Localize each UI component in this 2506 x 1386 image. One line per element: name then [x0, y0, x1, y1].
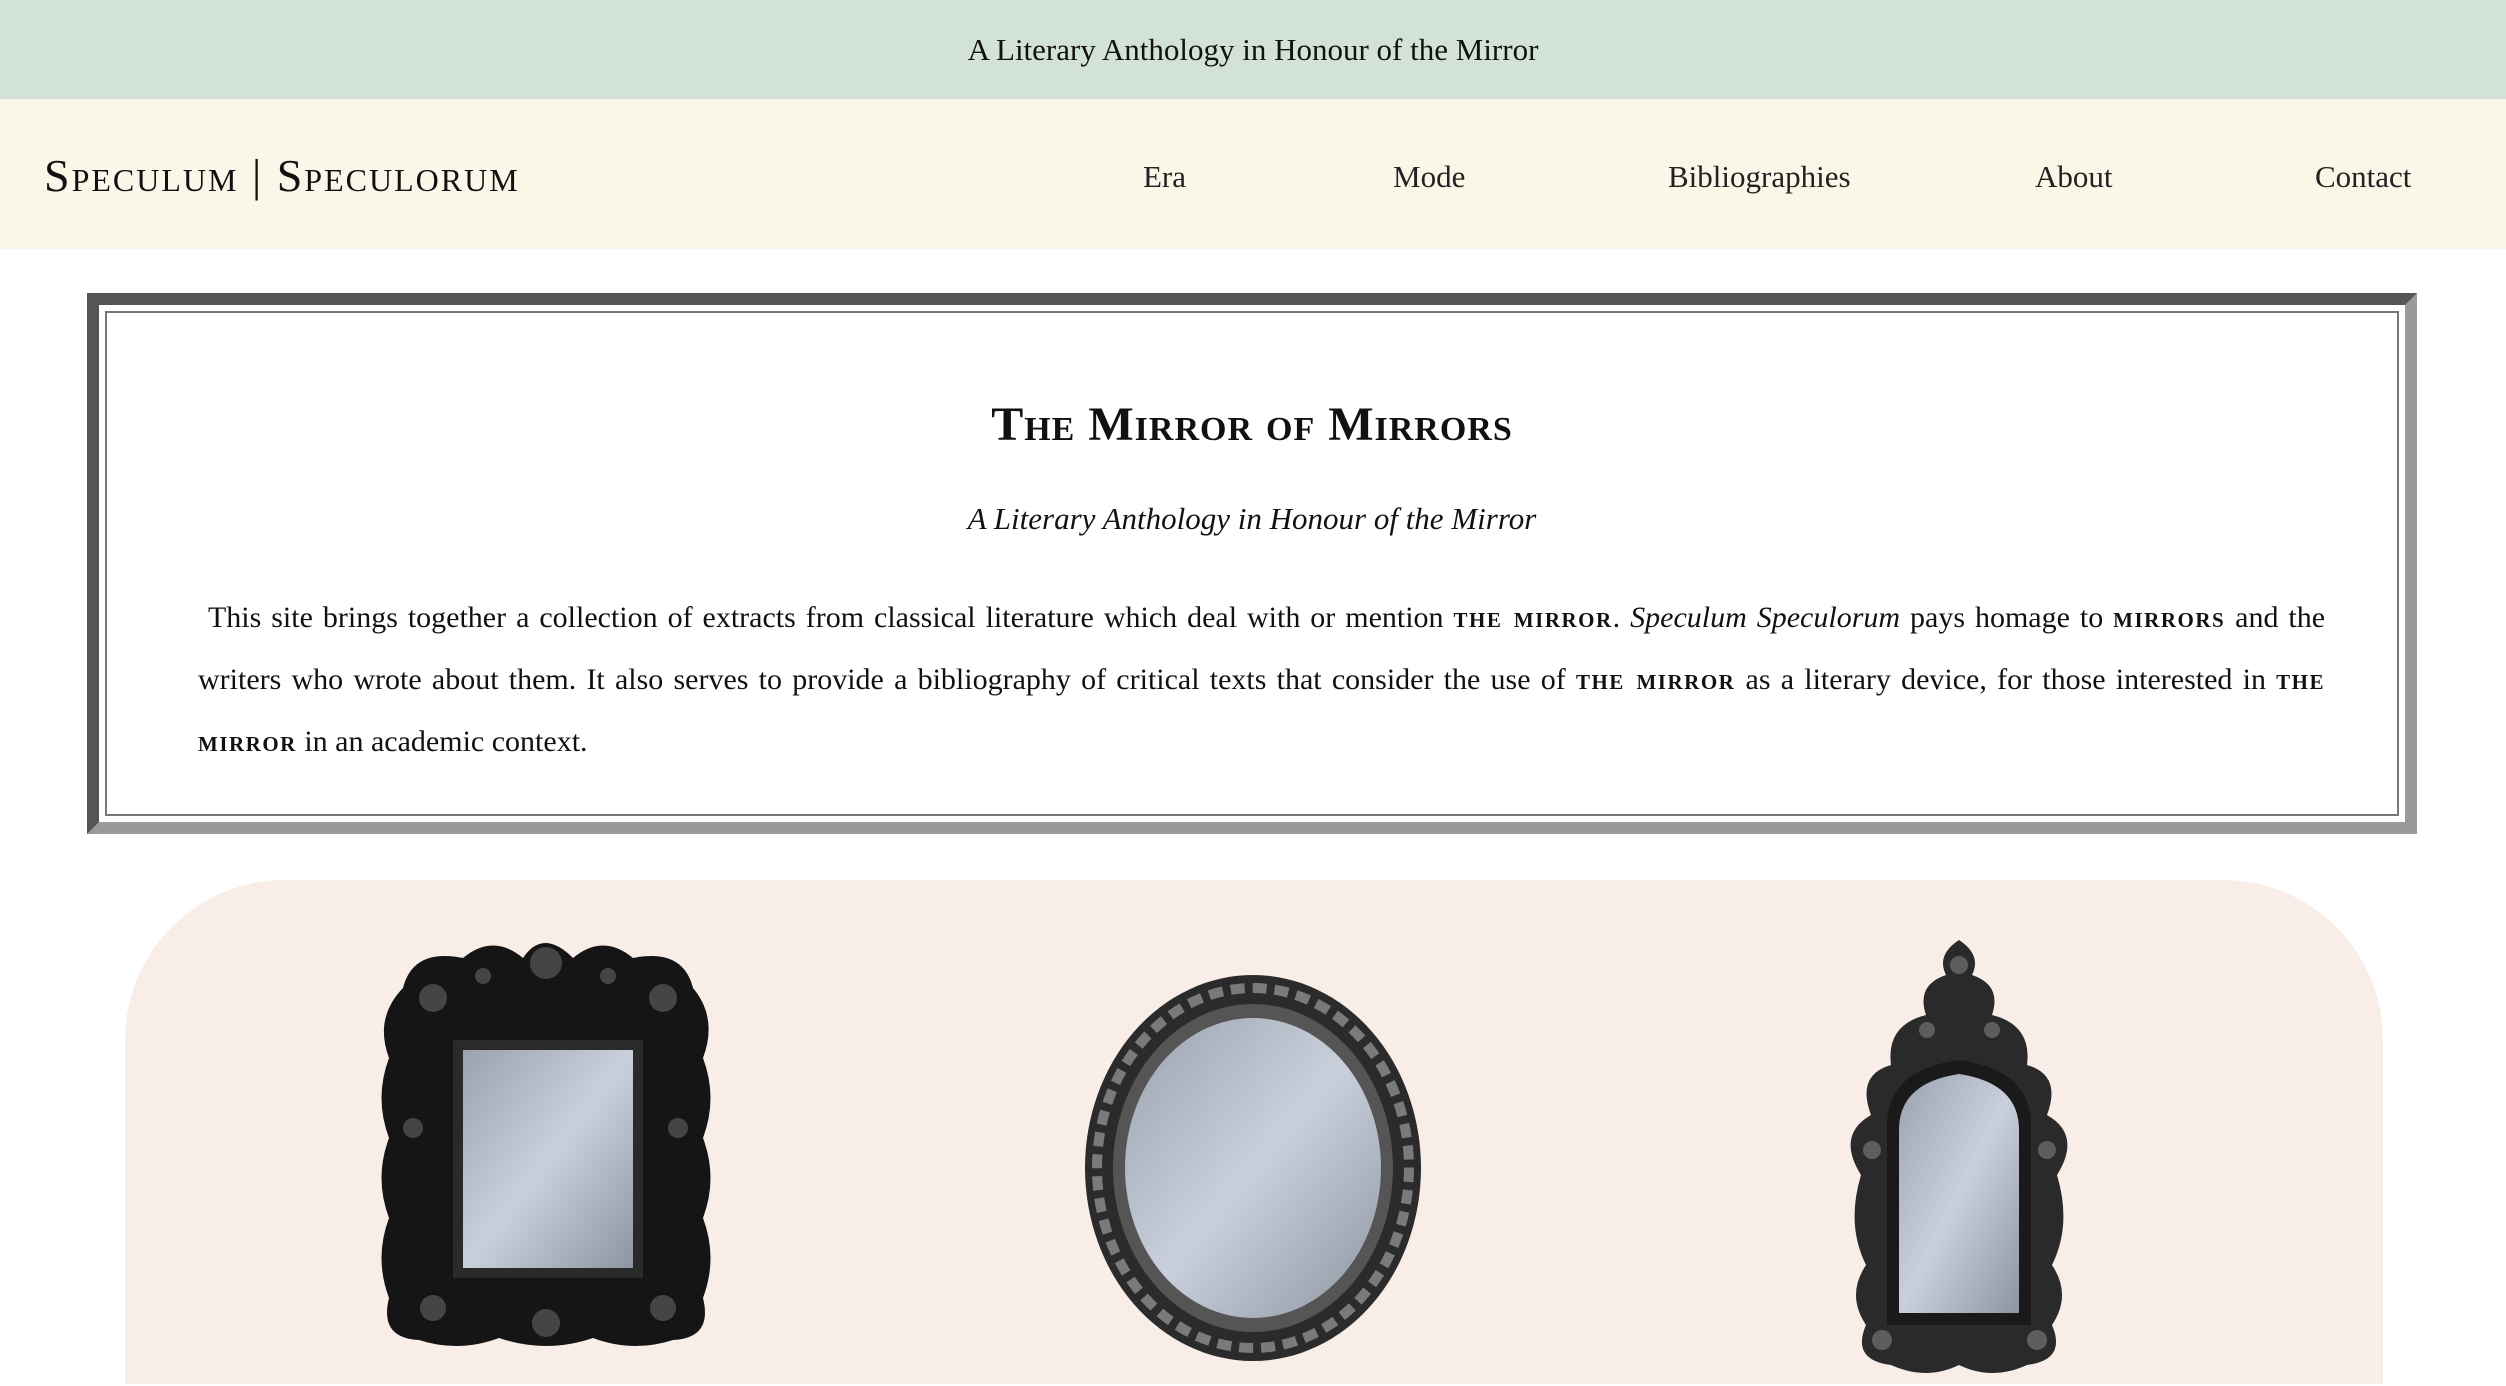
page-title: The Mirror of Mirrors	[991, 398, 1513, 451]
rococo-arched-mirror-icon[interactable]	[1832, 935, 2086, 1381]
emphasis-mirror: the mirror	[1453, 601, 1613, 634]
emphasis-mirror: the mirror	[1575, 663, 1736, 696]
banner-text: A Literary Anthology in Honour of the Mi…	[967, 31, 1539, 67]
intro-text-part: as a literary device, for those interest…	[1745, 663, 2266, 696]
emphasis-mirrors: mirrors	[2113, 601, 2226, 634]
intro-text-part: in an academic context.	[304, 725, 588, 758]
nav-item-contact[interactable]: Contact	[2315, 159, 2411, 195]
intro-text-part: .	[1612, 601, 1621, 634]
site-logo[interactable]: Speculum | Speculorum	[44, 149, 520, 202]
site-header: Speculum | Speculorum Era Mode Bibliogra…	[0, 99, 2506, 249]
nav-item-era[interactable]: Era	[1143, 159, 1186, 195]
intro-panel: The Mirror of Mirrors A Literary Antholo…	[87, 293, 2417, 834]
intro-paragraph: This site brings together a collection o…	[198, 587, 2325, 773]
oval-mirror-icon[interactable]	[1082, 972, 1424, 1364]
nav-item-about[interactable]: About	[2035, 159, 2113, 195]
intro-text-part: This site brings together a collection o…	[207, 601, 1444, 634]
nav-item-bibliographies[interactable]: Bibliographies	[1668, 159, 1851, 195]
site-name-italic: Speculum Speculorum	[1630, 601, 1901, 634]
intro-text-part: pays homage to	[1910, 601, 2104, 634]
top-banner: A Literary Anthology in Honour of the Mi…	[0, 0, 2506, 99]
page-subtitle: A Literary Anthology in Honour of the Mi…	[967, 501, 1537, 536]
ornate-rectangular-mirror-icon[interactable]	[373, 928, 719, 1354]
nav-item-mode[interactable]: Mode	[1393, 159, 1465, 195]
